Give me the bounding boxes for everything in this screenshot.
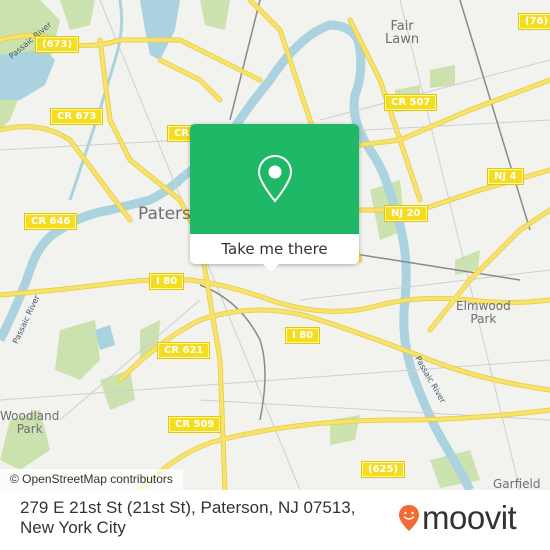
footer: 279 E 21st St (21st St), Paterson, NJ 07… (0, 490, 550, 550)
road-shield: (673) (34, 36, 80, 53)
location-popup: Take me there (190, 124, 359, 272)
road-shield: CR 509 (167, 416, 222, 433)
brand-wordmark: moovit (422, 499, 517, 536)
place-label-line: Park (470, 312, 497, 326)
place-label-woodland-park: Woodland Park (0, 410, 59, 436)
moovit-logo: moovit (398, 499, 517, 536)
map-canvas[interactable]: Fair Lawn Paters Elmwood Park Woodland P… (0, 0, 550, 493)
road-shield: NJ 20 (384, 205, 428, 222)
popup-pin-area[interactable] (190, 124, 359, 234)
place-label-line: Paters (138, 204, 191, 224)
map-attribution[interactable]: © OpenStreetMap contributors (0, 469, 183, 490)
road-shield: (76) (517, 13, 550, 30)
road-shield: CR 621 (156, 342, 211, 359)
place-label-line: Lawn (385, 32, 420, 47)
road-shield: CR 673 (49, 108, 104, 125)
road-shield: CR 646 (23, 213, 78, 230)
map-pin-icon (257, 154, 292, 203)
road-shield: CR 507 (383, 94, 438, 111)
place-label-line: Park (16, 422, 43, 436)
road-shield: NJ 4 (487, 168, 524, 185)
place-label-paterson: Paters (138, 205, 191, 223)
take-me-there-button[interactable]: Take me there (190, 234, 359, 264)
place-label-fair-lawn: Fair Lawn (385, 20, 419, 46)
moovit-pin-icon (399, 505, 419, 531)
popup-tail (262, 263, 280, 272)
road-shield: I 80 (148, 273, 185, 290)
place-label-elmwood-park: Elmwood Park (456, 300, 511, 326)
road-shield: I 80 (284, 327, 321, 344)
address-text: 279 E 21st St (21st St), Paterson, NJ 07… (20, 498, 356, 537)
road-shield: (625) (360, 461, 406, 478)
